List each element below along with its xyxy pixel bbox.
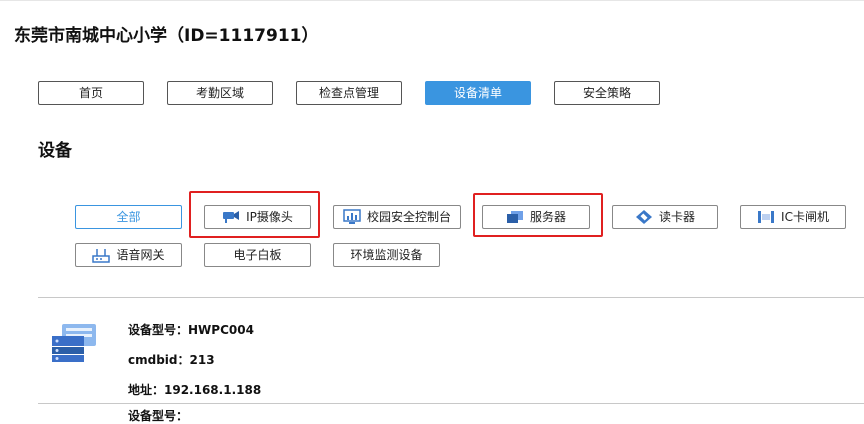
ic-gate-icon bbox=[757, 209, 775, 225]
page-title: 东莞市南城中心小学（ID=1117911） bbox=[14, 26, 319, 46]
section-title: 设备 bbox=[38, 141, 72, 161]
tab-security-policy[interactable]: 安全策略 bbox=[554, 81, 660, 105]
filter-label: 全部 bbox=[116, 210, 141, 224]
filter-env-monitor-button[interactable]: 环境监测设备 bbox=[333, 243, 440, 267]
filter-label: 校园安全控制台 bbox=[366, 210, 451, 224]
control-console-icon bbox=[343, 209, 361, 225]
filter-server-button[interactable]: 服务器 bbox=[482, 205, 590, 229]
device-address: 地址：192.168.1.188 bbox=[128, 383, 262, 397]
filter-label: 环境监测设备 bbox=[350, 248, 423, 262]
tab-checkpoint-management[interactable]: 检查点管理 bbox=[296, 81, 402, 105]
device-cmdbid: cmdbid：213 bbox=[128, 353, 215, 367]
list-divider bbox=[38, 403, 864, 404]
filter-ip-camera-button[interactable]: IP摄像头 bbox=[204, 205, 311, 229]
filter-card-reader-button[interactable]: 读卡器 bbox=[612, 205, 718, 229]
filter-ic-gate-button[interactable]: IC卡闸机 bbox=[740, 205, 846, 229]
tab-attendance-area[interactable]: 考勤区域 bbox=[167, 81, 273, 105]
filter-control-console-button[interactable]: 校园安全控制台 bbox=[333, 205, 461, 229]
filter-label: IP摄像头 bbox=[246, 210, 293, 224]
tab-home[interactable]: 首页 bbox=[38, 81, 144, 105]
filter-all-button[interactable]: 全部 bbox=[75, 205, 182, 229]
list-divider bbox=[38, 297, 864, 298]
voice-gateway-icon bbox=[92, 247, 111, 263]
filter-label: 语音网关 bbox=[116, 248, 165, 262]
ip-camera-icon bbox=[222, 209, 240, 225]
top-divider bbox=[0, 0, 864, 1]
filter-label: 服务器 bbox=[529, 210, 566, 224]
next-device-model: 设备型号： bbox=[128, 409, 189, 423]
card-reader-icon bbox=[635, 209, 653, 225]
server-device-icon bbox=[50, 322, 98, 364]
filter-label: 电子白板 bbox=[233, 248, 282, 262]
filter-label: IC卡闸机 bbox=[781, 210, 829, 224]
filter-voice-gateway-button[interactable]: 语音网关 bbox=[75, 243, 182, 267]
server-icon bbox=[506, 209, 524, 225]
filter-label: 读卡器 bbox=[658, 210, 695, 224]
filter-whiteboard-button[interactable]: 电子白板 bbox=[204, 243, 311, 267]
device-model: 设备型号：HWPC004 bbox=[128, 323, 254, 337]
tab-device-list[interactable]: 设备清单 bbox=[425, 81, 531, 105]
